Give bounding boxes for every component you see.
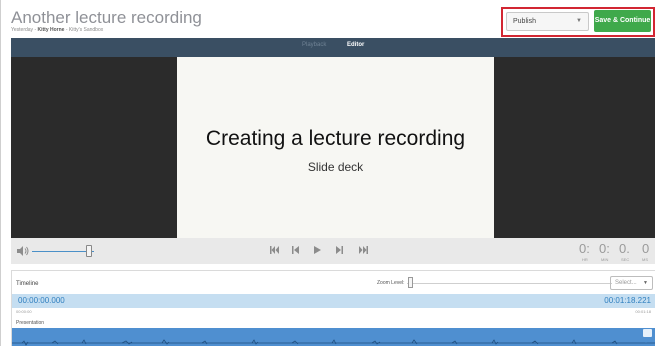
- presentation-track[interactable]: [12, 328, 655, 346]
- time-milliseconds: 0: [642, 241, 650, 256]
- volume-slider-handle[interactable]: [86, 245, 93, 257]
- page-title: Another lecture recording: [11, 8, 202, 27]
- recording-date: Yesterday: [11, 27, 34, 33]
- step-back-icon[interactable]: [292, 246, 299, 254]
- tab-playback[interactable]: Playback: [302, 42, 326, 48]
- zoom-slider-handle[interactable]: [408, 277, 413, 288]
- zoom-slider-track[interactable]: [407, 283, 612, 284]
- recording-editor-page: Another lecture recording Yesterday - Ki…: [0, 0, 655, 346]
- dropdown-caret-icon: ▼: [643, 280, 648, 286]
- timeline-start-time: 00:00:00.000: [18, 296, 65, 305]
- step-forward-icon[interactable]: [336, 246, 343, 254]
- volume-slider-track[interactable]: [32, 251, 94, 252]
- mode-tabs: Playback Editor: [11, 38, 655, 57]
- edit-track-button[interactable]: [643, 329, 652, 343]
- time-milliseconds-label: MS: [642, 257, 648, 262]
- timeline-label: Timeline: [16, 281, 39, 287]
- audio-waveform: [12, 339, 655, 346]
- time-minutes: 0:: [599, 241, 610, 256]
- time-seconds-label: SEC: [621, 257, 630, 262]
- timeline-panel: Timeline Zoom Level: Select... ▼ 00:00:0…: [11, 270, 655, 346]
- playback-controls: 0: 0: 0. 0 HR MIN SEC MS: [11, 238, 655, 264]
- save-and-continue-button[interactable]: Save & Continue: [594, 10, 651, 32]
- recording-folder: Kitty's Sandbox: [68, 27, 104, 33]
- presentation-track-label: Presentation: [16, 320, 45, 326]
- time-hours: 0:: [579, 241, 590, 256]
- time-hours-label: HR: [582, 257, 588, 262]
- dropdown-caret-icon: ▼: [576, 18, 582, 24]
- skip-to-end-icon[interactable]: [359, 246, 368, 254]
- recording-meta: Yesterday - Kitty Horne - Kitty's Sandbo…: [11, 27, 103, 33]
- time-seconds: 0.: [619, 241, 630, 256]
- timeline-end-time: 00:01:18.221: [604, 296, 651, 305]
- edit-pencil-icon: [645, 338, 650, 343]
- slide-title: Creating a lecture recording: [205, 127, 466, 150]
- publish-select-value: Publish: [513, 18, 536, 25]
- ruler-start-time: 00:00:00: [16, 309, 32, 314]
- timeline-select[interactable]: Select... ▼: [610, 276, 653, 290]
- tab-editor[interactable]: Editor: [347, 42, 364, 48]
- play-icon[interactable]: [314, 246, 321, 254]
- recording-author: Kitty Horne: [37, 27, 65, 33]
- slide-preview: Creating a lecture recording Slide deck: [177, 57, 494, 238]
- slide-subtitle: Slide deck: [307, 160, 364, 174]
- publish-select[interactable]: Publish ▼: [506, 12, 589, 31]
- video-player: Playback Editor Creating a lecture recor…: [11, 38, 655, 264]
- ruler-end-time: 00:01:18: [635, 309, 651, 314]
- skip-to-start-icon[interactable]: [270, 246, 279, 254]
- time-minutes-label: MIN: [601, 257, 609, 262]
- timeline-select-placeholder: Select...: [615, 280, 637, 286]
- timeline-time-bar[interactable]: 00:00:00.000 00:01:18.221: [12, 294, 655, 308]
- zoom-level-label: Zoom Level:: [377, 280, 405, 286]
- volume-icon[interactable]: [17, 246, 29, 256]
